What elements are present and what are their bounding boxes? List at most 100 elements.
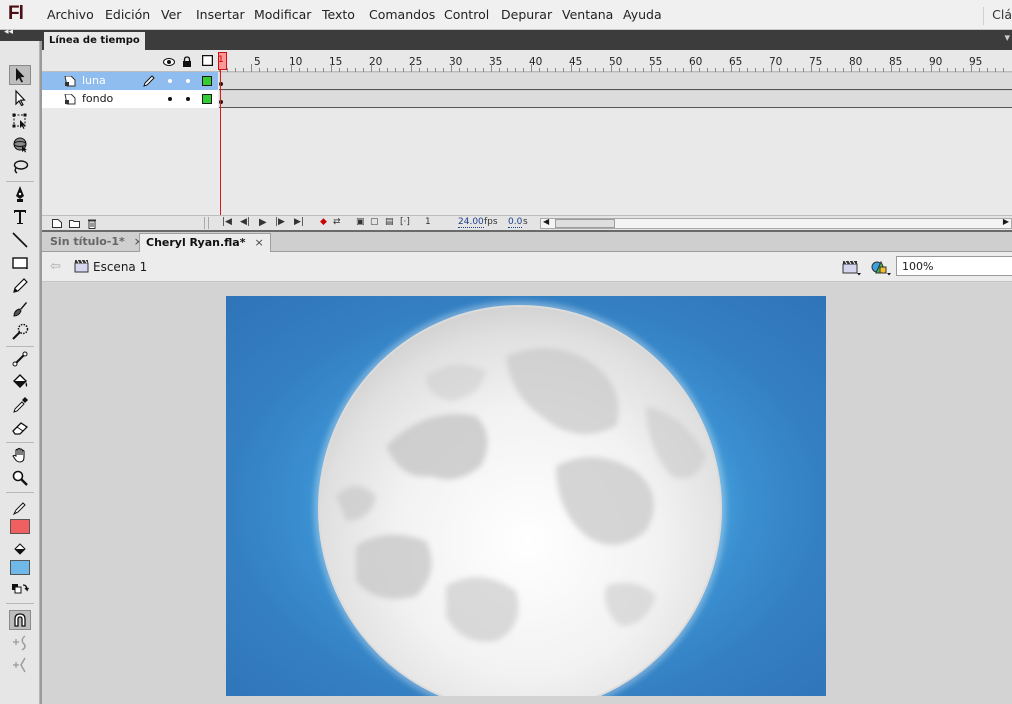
rectangle-tool[interactable]: [9, 253, 31, 273]
outline-all-icon[interactable]: [201, 54, 214, 69]
frame-rate-value[interactable]: 24.00: [458, 217, 484, 228]
center-frame-icon[interactable]: ◆: [320, 217, 327, 227]
paint-bucket-tool[interactable]: [9, 372, 31, 392]
layer-frames-fondo[interactable]: [219, 90, 1012, 108]
stroke-color-button[interactable]: [9, 498, 31, 518]
current-frame-readout[interactable]: 1: [425, 217, 431, 227]
zoom-tool[interactable]: [9, 468, 31, 488]
lock-dot[interactable]: [186, 79, 190, 83]
playhead-frame-number: 1: [218, 55, 224, 65]
layer-fondo-header[interactable]: fondo: [42, 90, 218, 108]
layer-row-luna[interactable]: luna: [42, 72, 1012, 90]
scene-breadcrumb[interactable]: Escena 1: [93, 260, 147, 274]
loop-icon[interactable]: ⇄: [333, 217, 341, 227]
elapsed-time-value[interactable]: 0.0: [508, 217, 523, 228]
free-transform-tool[interactable]: [9, 111, 31, 131]
pen-tool[interactable]: [9, 184, 31, 204]
pen-icon: [16, 186, 24, 202]
lock-dot[interactable]: [186, 97, 190, 101]
outline-color-box[interactable]: [202, 76, 212, 86]
onion-skin-outline-icon[interactable]: ▢: [370, 217, 379, 227]
step-forward-button[interactable]: |▶: [275, 217, 285, 227]
pencil-icon: [13, 278, 28, 293]
selection-tool[interactable]: [9, 65, 31, 85]
menu-texto[interactable]: Texto: [322, 7, 355, 22]
deco-tool[interactable]: [9, 322, 31, 342]
menu-archivo[interactable]: Archivo: [47, 7, 94, 22]
menu-depurar[interactable]: Depurar: [501, 7, 552, 22]
go-to-first-frame-button[interactable]: |◀: [222, 217, 232, 227]
eyedropper-tool[interactable]: [9, 395, 31, 415]
swap-colors-button[interactable]: [9, 579, 31, 599]
scroll-left-arrow[interactable]: ◀: [543, 217, 549, 226]
fill-color-button[interactable]: [9, 539, 31, 559]
scrollbar-thumb[interactable]: [555, 219, 615, 228]
layer-luna-header[interactable]: luna: [42, 72, 218, 90]
fill-color-swatch[interactable]: [10, 560, 30, 575]
menu-ventana[interactable]: Ventana: [562, 7, 613, 22]
visibility-dot[interactable]: [168, 79, 172, 83]
text-t-icon: [14, 210, 26, 224]
tools-panel-header[interactable]: ◂◂: [0, 27, 42, 41]
edit-scene-icon[interactable]: [842, 258, 862, 276]
new-folder-icon[interactable]: [69, 219, 80, 228]
onion-skin-icon[interactable]: ▣: [356, 217, 365, 227]
snap-to-objects-button[interactable]: [9, 610, 31, 630]
play-button[interactable]: ▶: [259, 217, 267, 228]
menu-edicion[interactable]: Edición: [105, 7, 150, 22]
edit-symbol-icon[interactable]: [870, 258, 892, 276]
eraser-tool[interactable]: [9, 418, 31, 438]
brush-tool[interactable]: [9, 299, 31, 319]
text-tool[interactable]: [9, 207, 31, 227]
stage-canvas[interactable]: [226, 296, 826, 696]
menu-insertar[interactable]: Insertar: [196, 7, 245, 22]
tab-timeline[interactable]: Línea de tiempo: [44, 32, 145, 50]
layer-name-luna[interactable]: luna: [82, 74, 106, 87]
lasso-tool[interactable]: [9, 157, 31, 177]
edit-bar: ⇦ Escena 1 100%: [42, 252, 1012, 282]
zoom-level-field[interactable]: 100%: [896, 256, 1012, 276]
outline-color-box[interactable]: [202, 94, 212, 104]
pencil-tool[interactable]: [9, 276, 31, 296]
show-hide-all-icon[interactable]: [163, 56, 175, 70]
layer-row-fondo[interactable]: fondo: [42, 90, 1012, 108]
menu-ayuda[interactable]: Ayuda: [623, 7, 662, 22]
subselection-tool[interactable]: [9, 88, 31, 108]
hand-tool[interactable]: [9, 445, 31, 465]
go-to-last-frame-button[interactable]: ▶|: [294, 217, 304, 227]
moon-illustration[interactable]: [226, 296, 826, 696]
new-layer-icon[interactable]: [52, 219, 62, 228]
panel-menu-icon[interactable]: ▾: [1004, 31, 1010, 44]
modify-markers-icon[interactable]: [·]: [400, 217, 410, 227]
trash-icon[interactable]: [87, 218, 97, 229]
3d-rotation-tool[interactable]: [9, 134, 31, 154]
lock-all-icon[interactable]: [182, 56, 192, 70]
line-tool[interactable]: [9, 230, 31, 250]
layer-name-fondo[interactable]: fondo: [82, 92, 113, 105]
visibility-dot[interactable]: [168, 97, 172, 101]
scroll-right-arrow[interactable]: ▶: [1003, 217, 1009, 226]
layer-frames-luna[interactable]: [219, 72, 1012, 90]
timeline-horizontal-scrollbar[interactable]: ◀ ▶: [540, 217, 1012, 229]
pencil-small-icon: [12, 502, 26, 516]
workspace-switcher[interactable]: Clá: [983, 7, 1012, 25]
menu-comandos[interactable]: Comandos: [369, 7, 435, 22]
tab-sin-titulo[interactable]: Sin título-1*×: [44, 233, 149, 252]
menu-ver[interactable]: Ver: [161, 7, 181, 22]
edit-multiple-frames-icon[interactable]: ▤: [385, 217, 394, 227]
tab-cheryl-ryan[interactable]: Cheryl Ryan.fla* ×: [139, 233, 271, 252]
magnet-icon: [14, 613, 26, 627]
stroke-color-swatch[interactable]: [10, 519, 30, 534]
menu-modificar[interactable]: Modificar: [254, 7, 311, 22]
collapse-icon[interactable]: ◂◂: [4, 27, 13, 37]
back-arrow-icon[interactable]: ⇦: [50, 259, 61, 274]
tool-separator: [6, 346, 34, 347]
smooth-button[interactable]: [9, 633, 31, 653]
menu-control[interactable]: Control: [444, 7, 489, 22]
close-tab-icon[interactable]: ×: [254, 236, 263, 249]
straighten-button[interactable]: [9, 655, 31, 675]
clapperboard-icon: [74, 259, 89, 273]
paint-bucket-icon: [13, 374, 28, 388]
bone-tool[interactable]: [9, 349, 31, 369]
step-back-button[interactable]: ◀|: [240, 217, 250, 227]
